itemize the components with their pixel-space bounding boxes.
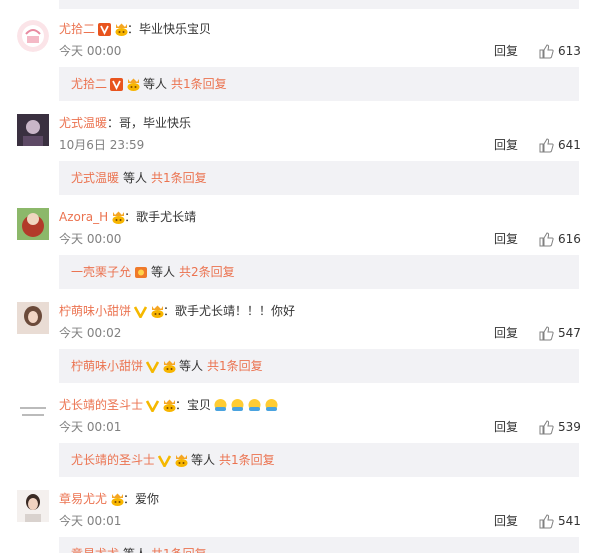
sub-reply-summary[interactable]: 柠萌味小甜饼 等人 共1条回复 (59, 349, 579, 383)
pig-crown-icon (174, 454, 188, 467)
thumbs-up-icon (539, 137, 554, 153)
gold-v-icon (158, 454, 172, 467)
sub-reply-username[interactable]: 尤式温暖 (71, 161, 119, 195)
reply-button[interactable]: 回复 (494, 137, 518, 153)
comment-time: 今天 00:01 (59, 420, 122, 434)
username-link[interactable]: 章易尤尤 (59, 490, 107, 508)
reply-total-link[interactable]: 共1条回复 (151, 537, 207, 553)
deng-label: 等人 (123, 171, 148, 185)
pig-crown-icon[interactable] (111, 211, 125, 224)
pig-crown-icon[interactable] (110, 493, 124, 506)
deng-label: 等人 (191, 453, 216, 467)
gold-v-icon[interactable] (146, 399, 160, 412)
thumbs-up-icon (539, 43, 554, 59)
deng-label: 等人 (143, 77, 168, 91)
comment-text: ：爱你 (123, 492, 160, 506)
like-button[interactable]: 547 (539, 323, 581, 343)
orange-medal-icon (134, 266, 148, 279)
previous-replies-bar (59, 0, 579, 9)
sub-reply-summary[interactable]: 尤长靖的圣斗士 等人 共1条回复 (59, 443, 579, 477)
comment-time: 今天 00:00 (59, 232, 122, 246)
thumbs-up-icon (539, 419, 554, 435)
avatar[interactable] (17, 490, 49, 522)
comment-text: ：宝贝 (175, 398, 212, 412)
like-button[interactable]: 539 (539, 417, 581, 437)
pig-crown-icon (126, 78, 140, 91)
comment-time: 10月6日 23:59 (59, 138, 145, 152)
like-count: 613 (558, 44, 581, 58)
comment-text: ：毕业快乐宝贝 (127, 22, 212, 36)
reply-button[interactable]: 回复 (494, 325, 518, 341)
vip-v-icon (110, 77, 124, 91)
comment-list-page: { "accent_color": "#eb7350", "reply_labe… (0, 0, 591, 553)
deng-label: 等人 (151, 265, 176, 279)
like-button[interactable]: 641 (539, 135, 581, 155)
avatar[interactable] (17, 20, 49, 52)
sub-reply-summary[interactable]: 一壳栗子允 等人 共2条回复 (59, 255, 579, 289)
pig-crown-icon[interactable] (150, 305, 164, 318)
avatar[interactable] (17, 396, 49, 428)
deng-label: 等人 (179, 359, 204, 373)
reply-total-link[interactable]: 共2条回复 (179, 255, 235, 289)
reply-button[interactable]: 回复 (494, 43, 518, 59)
like-button[interactable]: 616 (539, 229, 581, 249)
avatar-image (17, 396, 49, 428)
gold-v-icon (146, 360, 160, 373)
hug-emoji-icon (230, 398, 245, 413)
avatar[interactable] (17, 208, 49, 240)
thumbs-up-icon (539, 513, 554, 529)
avatar[interactable] (17, 114, 49, 146)
pig-crown-icon[interactable] (114, 23, 128, 36)
hug-emoji-icon (213, 398, 228, 413)
sub-reply-summary[interactable]: 尤拾二 等人 共1条回复 (59, 67, 579, 101)
reply-total-link[interactable]: 共1条回复 (171, 67, 227, 101)
reply-button[interactable]: 回复 (494, 513, 518, 529)
avatar[interactable] (17, 302, 49, 334)
hug-emoji-icon (264, 398, 279, 413)
sub-reply-summary[interactable]: 尤式温暖 等人 共1条回复 (59, 161, 579, 195)
like-count: 547 (558, 326, 581, 340)
sub-reply-username[interactable]: 一壳栗子允 (71, 255, 131, 289)
pig-crown-icon (162, 360, 176, 373)
username-link[interactable]: 尤长靖的圣斗士 (59, 396, 143, 414)
reply-total-link[interactable]: 共1条回复 (151, 161, 207, 195)
hug-emoji-icon (247, 398, 262, 413)
comment-text: ：歌手尤长靖！！！你好 (163, 304, 296, 318)
like-count: 539 (558, 420, 581, 434)
pig-crown-icon[interactable] (162, 399, 176, 412)
sub-reply-username[interactable]: 尤拾二 (71, 67, 107, 101)
username-link[interactable]: 尤拾二 (59, 20, 95, 38)
like-count: 541 (558, 514, 581, 528)
username-link[interactable]: Azora_H (59, 208, 108, 226)
vip-v-icon[interactable] (98, 22, 112, 36)
reply-button[interactable]: 回复 (494, 231, 518, 247)
thumbs-up-icon (539, 231, 554, 247)
username-link[interactable]: 尤式温暖 (59, 114, 107, 132)
like-button[interactable]: 541 (539, 511, 581, 531)
sub-reply-username[interactable]: 尤长靖的圣斗士 (71, 443, 155, 477)
thumbs-up-icon (539, 325, 554, 341)
deng-label: 等人 (123, 537, 147, 553)
comment-time: 今天 00:00 (59, 44, 122, 58)
comment-text: ：哥，毕业快乐 (107, 116, 192, 130)
reply-total-link[interactable]: 共1条回复 (219, 443, 275, 477)
reply-button[interactable]: 回复 (494, 419, 518, 435)
sub-reply-username[interactable]: 柠萌味小甜饼 (71, 349, 143, 383)
like-count: 641 (558, 138, 581, 152)
gold-v-icon[interactable] (134, 305, 148, 318)
like-count: 616 (558, 232, 581, 246)
username-link[interactable]: 柠萌味小甜饼 (59, 302, 131, 320)
comment-time: 今天 00:01 (59, 514, 122, 528)
sub-reply-username[interactable]: 章易尤尤 (71, 537, 119, 553)
comment-text: ：歌手尤长靖 (124, 210, 197, 224)
reply-total-link[interactable]: 共1条回复 (207, 349, 263, 383)
like-button[interactable]: 613 (539, 41, 581, 61)
sub-reply-summary[interactable]: 章易尤尤 等人 共1条回复 (59, 537, 579, 553)
comment-time: 今天 00:02 (59, 326, 122, 340)
